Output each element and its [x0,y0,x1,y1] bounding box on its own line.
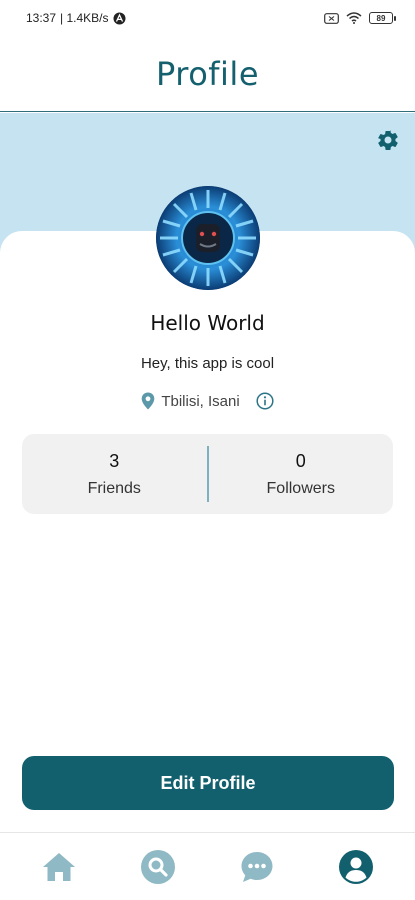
edit-profile-button[interactable]: Edit Profile [22,756,394,810]
wifi-icon [346,12,362,24]
nav-profile[interactable] [331,842,381,892]
info-icon[interactable] [256,392,274,410]
status-left: 13:37 | 1.4KB/s [26,11,126,25]
settings-button[interactable] [375,127,401,153]
avatar[interactable] [156,186,260,290]
profile-bio: Hey, this app is cool [140,355,275,372]
location-text: Tbilisi, Isani [161,392,240,410]
followers-stat[interactable]: 0 Followers [209,434,394,514]
location-pin-icon [141,392,155,410]
vpn-icon [113,12,126,25]
profile-name: Hello World [150,311,265,335]
avatar-image [156,186,260,290]
profile-icon [338,849,373,884]
app-header: Profile [0,36,415,112]
friends-stat[interactable]: 3 Friends [22,434,207,514]
page-title: Profile [156,54,259,93]
location-row: Tbilisi, Isani [0,389,415,413]
home-icon [43,852,76,881]
status-right: 89 [324,12,396,24]
nav-search[interactable] [133,842,183,892]
stats-panel: 3 Friends 0 Followers [22,434,393,514]
nav-home[interactable] [34,842,84,892]
network-speed: | 1.4KB/s [60,11,109,25]
bottom-nav [0,832,415,900]
status-bar: 13:37 | 1.4KB/s 89 [0,0,415,36]
sim-icon [324,12,339,24]
gear-icon [378,130,398,151]
nav-messages[interactable] [232,842,282,892]
battery-icon: 89 [369,12,396,24]
friends-label: Friends [87,479,141,497]
search-icon [141,849,176,884]
followers-label: Followers [266,479,335,497]
status-time: 13:37 [26,11,57,25]
chat-icon [241,851,273,882]
friends-count: 3 [109,450,120,471]
followers-count: 0 [295,450,306,471]
